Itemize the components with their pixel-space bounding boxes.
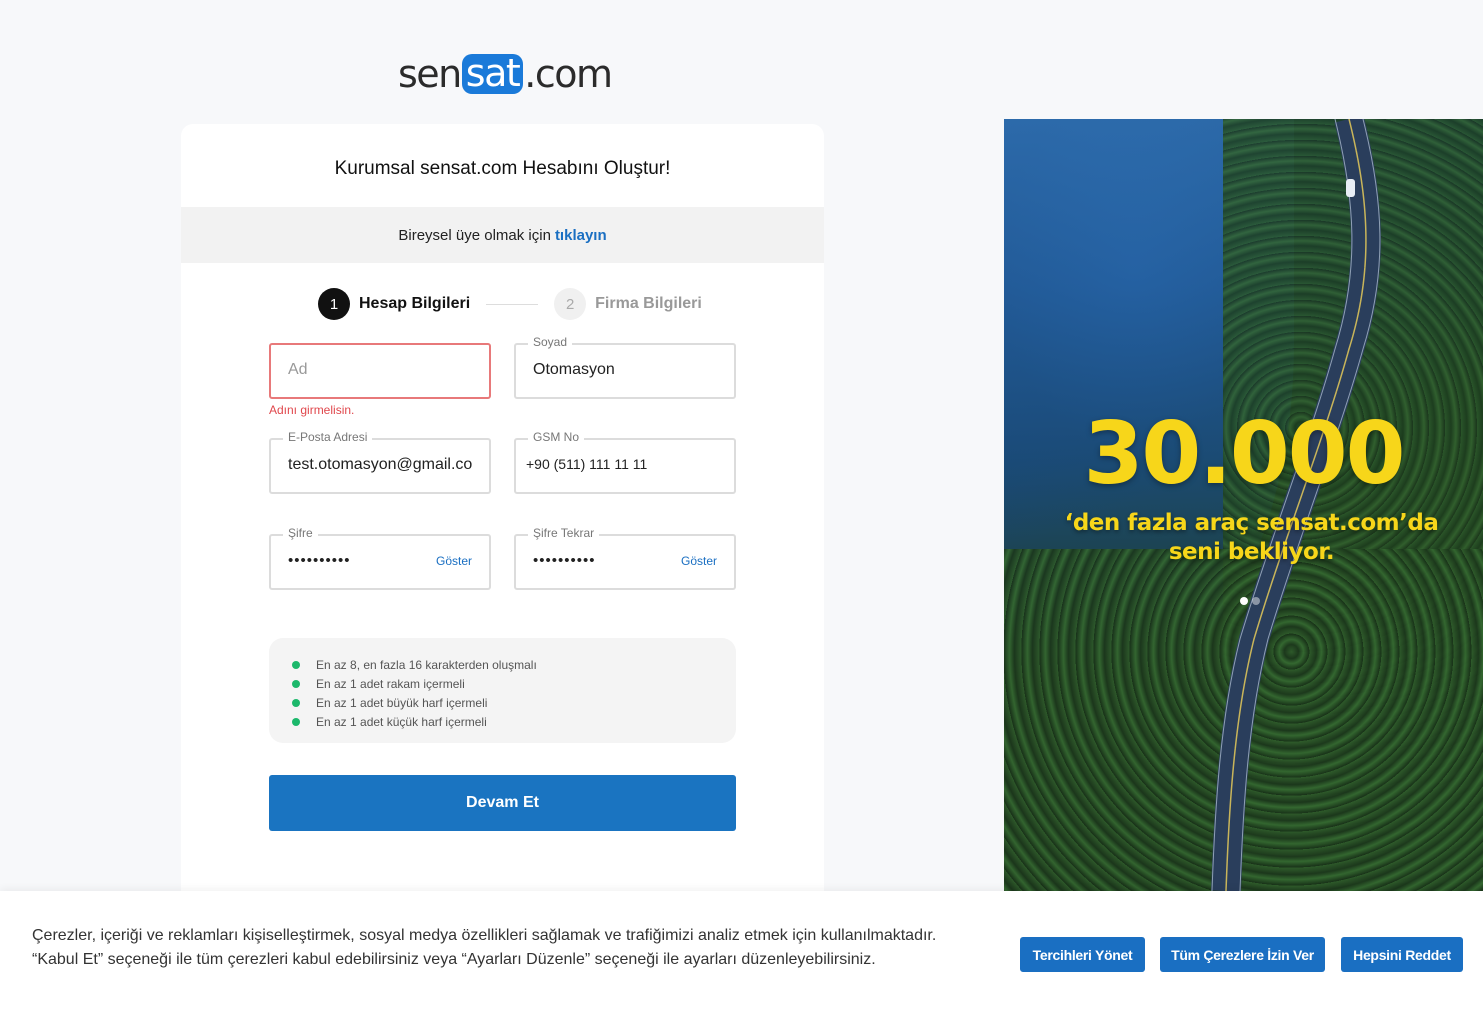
check-dot-icon — [292, 698, 300, 707]
step-1-label: Hesap Bilgileri — [359, 295, 471, 312]
password-rule-text: En az 1 adet rakam içermeli — [316, 676, 465, 691]
check-dot-icon — [292, 679, 300, 688]
email-input[interactable] — [288, 456, 472, 474]
promo-line-2: seni bekliyor. — [1168, 539, 1335, 565]
promo-text: ‘den fazla araç sensat.com’da seni bekli… — [1054, 509, 1449, 567]
step-2-number: 2 — [554, 288, 587, 320]
cookie-consent-bar: Çerezler, içeriği ve reklamları kişisell… — [0, 891, 1483, 1019]
page-title: Kurumsal sensat.com Hesabını Oluştur! — [334, 158, 671, 179]
phone-field: GSM No — [514, 430, 736, 494]
last-name-field: Soyad — [514, 335, 736, 399]
phone-label: GSM No — [528, 430, 585, 444]
accept-all-cookies-button[interactable]: Tüm Çerezlere İzin Ver — [1160, 937, 1325, 972]
last-name-label: Soyad — [528, 335, 573, 349]
password-rule-text: En az 8, en fazla 16 karakterden oluşmal… — [316, 657, 537, 672]
step-1-number: 1 — [318, 288, 350, 320]
manage-preferences-button[interactable]: Tercihleri Yönet — [1020, 937, 1145, 972]
email-label: E-Posta Adresi — [283, 430, 373, 444]
password-rule-text: En az 1 adet büyük harf içermeli — [316, 695, 488, 710]
vehicle-count: 30.000 — [1083, 404, 1406, 504]
password-rule: En az 1 adet küçük harf içermeli — [292, 712, 736, 731]
password-confirm-label: Şifre Tekrar — [528, 526, 600, 540]
step-2-label: Firma Bilgileri — [595, 295, 702, 312]
check-dot-icon — [292, 660, 300, 669]
road-illustration — [1211, 119, 1381, 891]
password-label: Şifre — [283, 526, 318, 540]
first-name-error: Adını girmelisin. — [269, 403, 355, 417]
check-dot-icon — [292, 717, 300, 726]
password-rule: En az 8, en fazla 16 karakterden oluşmal… — [292, 655, 736, 674]
reject-all-cookies-button[interactable]: Hepsini Reddet — [1341, 937, 1463, 972]
logo-part-sen: sen — [398, 52, 462, 96]
first-name-input[interactable] — [288, 361, 472, 379]
stepper: 1 Hesap Bilgileri 2 Firma Bilgileri — [318, 288, 702, 320]
individual-member-banner: Bireysel üye olmak için tıklayın — [181, 207, 824, 263]
password-confirm-field: Şifre Tekrar Göster — [514, 526, 736, 590]
continue-button[interactable]: Devam Et — [269, 775, 736, 831]
registration-card: Kurumsal sensat.com Hesabını Oluştur! Bi… — [181, 124, 824, 904]
password-confirm-show-toggle[interactable]: Göster — [681, 554, 717, 568]
cookie-message-line-2: “Kabul Et” seçeneği ile tüm çerezleri ka… — [32, 951, 876, 968]
password-rule: En az 1 adet büyük harf içermeli — [292, 693, 736, 712]
individual-signup-link[interactable]: tıklayın — [555, 227, 607, 244]
carousel-dots — [1240, 597, 1260, 605]
password-confirm-input[interactable] — [533, 552, 663, 569]
banner-text: Bireysel üye olmak için — [398, 226, 551, 244]
first-name-field — [269, 343, 491, 399]
phone-input[interactable] — [526, 456, 710, 472]
promo-banner-image: 30.000 ‘den fazla araç sensat.com’da sen… — [1004, 119, 1483, 891]
password-input[interactable] — [288, 552, 418, 569]
logo-part-com: .com — [524, 52, 613, 96]
logo-part-sat: sat — [461, 54, 524, 94]
step-divider — [486, 303, 539, 305]
carousel-dot-2[interactable] — [1252, 597, 1260, 605]
password-rules: En az 8, en fazla 16 karakterden oluşmal… — [269, 638, 736, 743]
password-field: Şifre Göster — [269, 526, 491, 590]
carousel-dot-1[interactable] — [1240, 597, 1248, 605]
promo-line-1: ‘den fazla araç sensat.com’da — [1064, 510, 1439, 536]
password-show-toggle[interactable]: Göster — [436, 554, 472, 568]
password-rule-text: En az 1 adet küçük harf içermeli — [316, 714, 487, 729]
email-field: E-Posta Adresi — [269, 430, 491, 494]
cookie-message: Çerezler, içeriği ve reklamları kişisell… — [32, 924, 992, 972]
cookie-message-line-1: Çerezler, içeriği ve reklamları kişisell… — [32, 927, 937, 944]
last-name-input[interactable] — [533, 361, 717, 379]
logo[interactable]: sen sat .com — [398, 52, 613, 96]
password-rule: En az 1 adet rakam içermeli — [292, 674, 736, 693]
